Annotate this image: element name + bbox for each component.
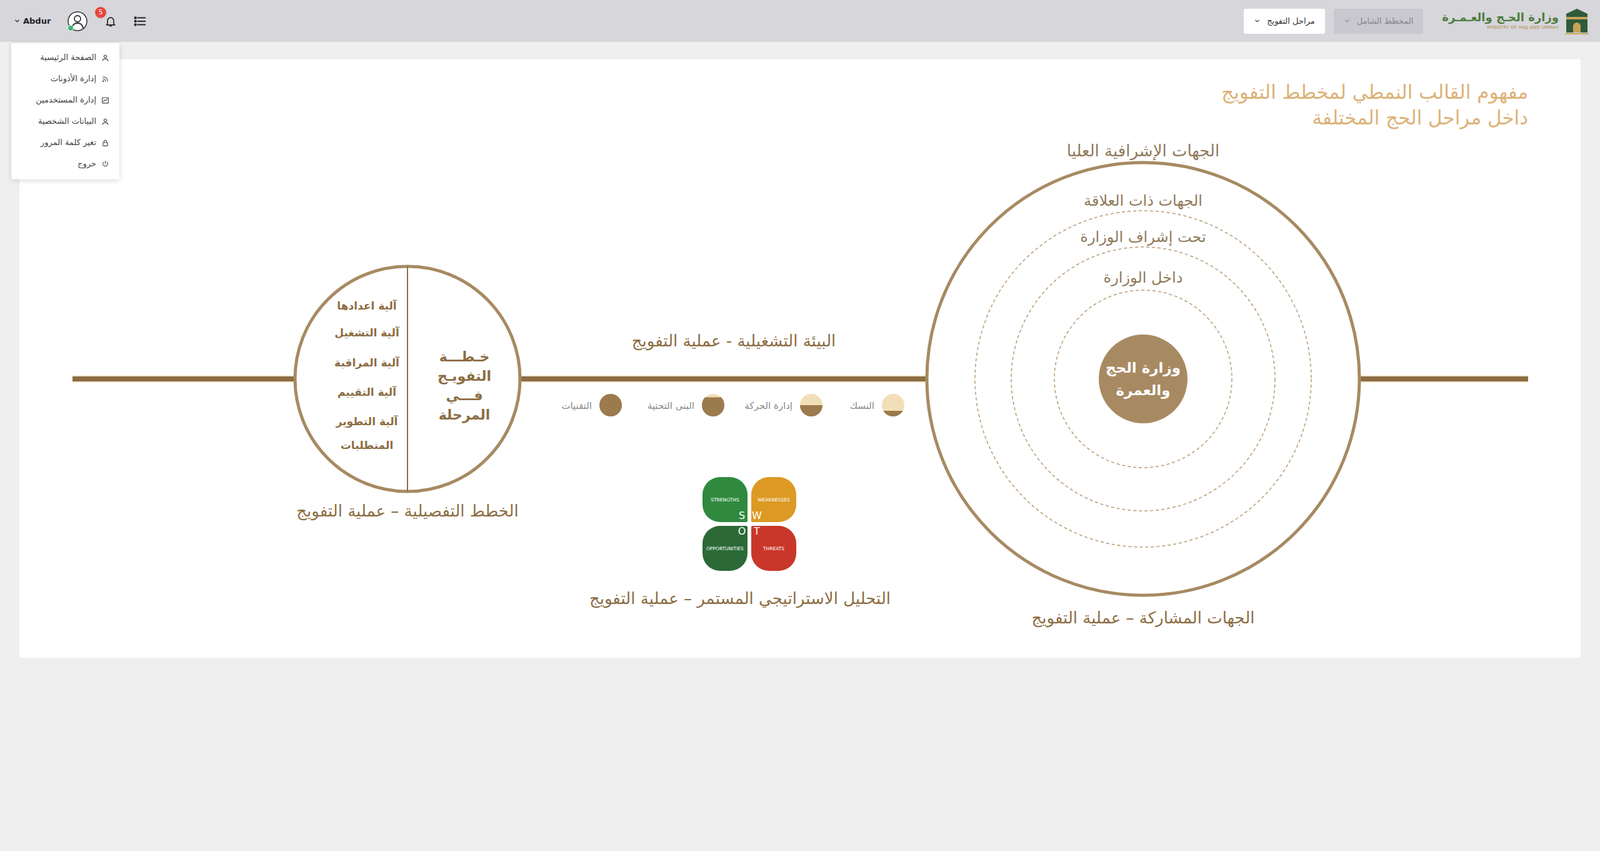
diagram-card: مفهوم القالب النمطي لمخطط التفويجداخل مر… — [19, 59, 1581, 658]
factor-gauge — [599, 393, 622, 417]
online-dot — [68, 25, 74, 31]
person-icon — [101, 117, 110, 126]
swot-label: WEAKNESSES — [757, 496, 790, 503]
swot-label: STRENGTHS — [710, 496, 740, 503]
user-menu-item[interactable]: إدارة المستخدمين — [11, 89, 120, 111]
plan-title: المرحلة — [438, 406, 490, 424]
user-toggle[interactable]: Abdur — [13, 15, 51, 28]
caret-icon — [1343, 17, 1351, 25]
rss-icon — [101, 75, 110, 84]
power-icon — [101, 160, 110, 169]
section-caption: التحليل الاستراتيجي المستمر – عملية التف… — [589, 588, 891, 609]
kaaba-icon — [1563, 7, 1590, 35]
factor-gauge — [881, 393, 905, 417]
ring-label: الجهات الإشرافية العليا — [1066, 141, 1220, 161]
stakeholders-circle — [926, 162, 1360, 595]
plan-item: آلية اعدادها — [336, 298, 398, 312]
plan-item: آلية التطوير — [335, 414, 399, 429]
phase-dropdown: المخطط الشامل — [1333, 8, 1424, 34]
factor-gauge — [701, 393, 725, 417]
caret-icon — [1253, 17, 1261, 25]
plan-divider — [406, 266, 409, 492]
ring-label: تحت إشراف الوزارة — [1080, 228, 1206, 247]
factor-label: التقنيات — [561, 400, 592, 412]
factor-label: النسك — [850, 400, 875, 412]
user-menu-item[interactable]: إدارة الأذونات — [11, 68, 120, 90]
user-menu-item[interactable]: خروج — [11, 153, 120, 175]
notifications-button[interactable]: 5 — [104, 15, 117, 28]
section-caption: الخطط التفصيلية – عملية التفويج — [296, 501, 519, 521]
plan-title: فـــي — [445, 387, 483, 404]
swot-quadrant — [702, 476, 748, 522]
plan-title: التفويـج — [437, 368, 492, 385]
user-menu-item[interactable]: الصفحة الرئيسية — [11, 46, 120, 69]
plan-item: آلية التشغيل — [334, 325, 400, 339]
phase-dropdown[interactable]: مراحل التفويج — [1243, 8, 1325, 34]
factor-fill — [701, 396, 725, 417]
user-name: Abdur — [23, 15, 51, 28]
user-menu-item[interactable]: تغير كلمة المرور — [11, 131, 120, 154]
diagram-title: مفهوم القالب النمطي لمخطط التفويج — [1221, 80, 1529, 104]
factor-fill — [881, 410, 905, 417]
ring — [1011, 246, 1275, 511]
swot-quadrant — [751, 476, 797, 522]
plan-circle — [295, 266, 520, 492]
swot-label: THREATS — [762, 545, 785, 552]
avatar-icon[interactable] — [66, 10, 89, 32]
factor-fill — [599, 393, 622, 417]
factor-fill — [800, 405, 823, 417]
factor-label: إدارة الحركة — [744, 400, 793, 412]
ring-label: داخل الوزارة — [1103, 268, 1184, 287]
swot-quadrant — [702, 525, 748, 571]
plan-item: آلية التقييم — [337, 385, 397, 399]
swot-quadrant — [751, 525, 797, 571]
user-menu: الصفحة الرئيسيةإدارة الأذوناتإدارة المست… — [11, 43, 120, 180]
section-caption: البيئة التشغيلية - عملية التفويج — [631, 331, 837, 351]
chevron-down-icon — [13, 17, 21, 25]
top-navbar: Abdur 5 مراحل التفويج المخطط الشامل وزارة ال… — [0, 0, 1600, 42]
ring-label: الجهات ذات العلاقة — [1083, 191, 1203, 210]
diagram-title: داخل مراحل الحج المختلفة — [1311, 106, 1529, 130]
swot-letter: T — [753, 525, 760, 537]
notification-badge: 5 — [95, 6, 107, 19]
factor-label: البنى التحتية — [647, 400, 695, 412]
bell-icon — [104, 15, 117, 28]
plan-item: آلية المراقبة — [334, 355, 400, 370]
swot-letter: O — [738, 525, 747, 537]
list-icon — [133, 14, 147, 29]
section-caption: الجهات المشاركة – عملية التفويج — [1031, 608, 1255, 628]
ministry-logo: وزارة الحـج والعـمـرةMINISTRY OF HAJJ AN… — [1441, 7, 1590, 35]
ministry-node — [1098, 334, 1188, 424]
user-menu-item[interactable]: البيانات الشخصية — [11, 110, 120, 132]
factor-gauge — [800, 393, 823, 417]
sidebar-toggle[interactable] — [133, 14, 147, 29]
ministry-label: والعمرة — [1115, 381, 1170, 399]
chart-icon — [101, 96, 110, 105]
plan-title: خـطـــة — [439, 348, 490, 365]
swot-letter: S — [738, 509, 745, 522]
ministry-label: وزارة الحج — [1105, 359, 1181, 377]
person-icon — [101, 53, 110, 62]
swot-letter: W — [751, 509, 762, 522]
lock-icon — [101, 138, 110, 147]
ring — [1054, 290, 1232, 468]
plan-item: المتطلبات — [340, 438, 394, 452]
ring — [975, 210, 1312, 547]
swot-label: OPPORTUNITIES — [706, 545, 744, 552]
phase-diagram: مفهوم القالب النمطي لمخطط التفويجداخل مر… — [19, 59, 1581, 658]
